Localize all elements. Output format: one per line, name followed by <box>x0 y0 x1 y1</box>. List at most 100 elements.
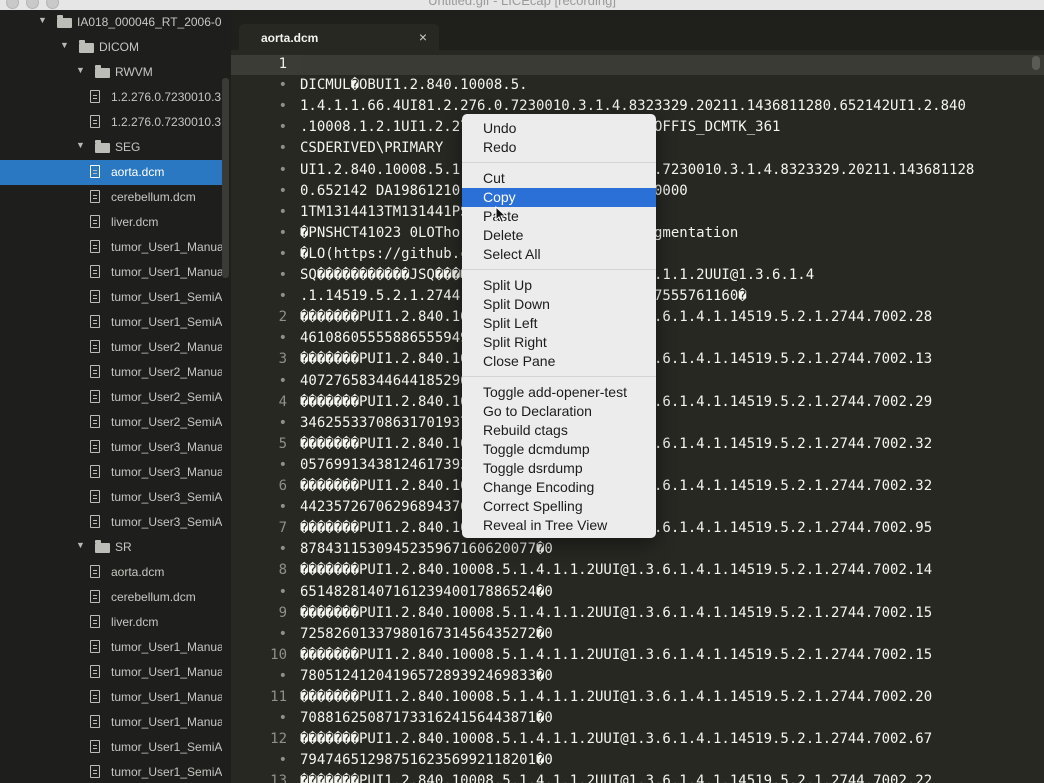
file-icon <box>90 665 100 678</box>
wrap-indicator: • <box>278 245 287 262</box>
line-number: 7 <box>278 520 287 537</box>
tree-item-tumor-user1-semia[interactable]: tumor_User1_SemiA <box>0 310 222 335</box>
menu-item-select-all[interactable]: Select All <box>462 245 656 264</box>
tree-item-cerebellum-dcm[interactable]: cerebellum.dcm <box>0 185 222 210</box>
menu-item-delete[interactable]: Delete <box>462 226 656 245</box>
code-line[interactable]: DICMUL�OBUI1.2.840.10008.5. <box>300 77 528 93</box>
menu-item-copy[interactable]: Copy <box>462 188 656 207</box>
tree-item-tumor-user1-manual[interactable]: tumor_User1_Manual <box>0 260 222 285</box>
tree-item-tumor-user1-semia[interactable]: tumor_User1_SemiA <box>0 760 222 783</box>
tree-item-dicom[interactable]: ▼ DICOM <box>0 35 222 60</box>
tree-view: ▼ IA018_000046_RT_2006-02- ▼ DICOM ▼ RWVM 1.2.… <box>0 10 231 783</box>
chevron-down-icon[interactable]: ▼ <box>60 40 69 50</box>
code-line[interactable]: 7805124120419657289392469833�0 <box>300 668 553 684</box>
file-icon <box>90 290 100 303</box>
mouse-pointer-icon <box>495 206 507 224</box>
tree-item-liver-dcm[interactable]: liver.dcm <box>0 210 222 235</box>
code-line[interactable]: �������PUI1.2.840.10008.5.1.4.1.1.2UUI@1… <box>300 562 932 578</box>
tree-item-tumor-user1-manual[interactable]: tumor_User1_Manual <box>0 710 222 735</box>
wrap-indicator: • <box>278 161 287 178</box>
menu-item-toggle-dcmdump[interactable]: Toggle dcmdump <box>462 440 656 459</box>
tree-item-sr[interactable]: ▼ SR <box>0 535 222 560</box>
menu-item-split-left[interactable]: Split Left <box>462 314 656 333</box>
code-line[interactable]: �������PUI1.2.840.10008.5.1.4.1.1.2UUI@1… <box>300 689 932 705</box>
line-number: 13 <box>270 773 287 783</box>
tree-item-tumor-user1-manual[interactable]: tumor_User1_Manual <box>0 685 222 710</box>
tree-item-label: tumor_User1_SemiA <box>111 765 222 779</box>
chevron-down-icon[interactable]: ▼ <box>76 140 85 150</box>
code-line[interactable]: �������PUI1.2.840.10008.5.1.4.1.1.2UUI@1… <box>300 731 932 747</box>
menu-item-cut[interactable]: Cut <box>462 169 656 188</box>
tree-item-tumor-user2-semia[interactable]: tumor_User2_SemiA <box>0 385 222 410</box>
menu-item-toggle-dsrdump[interactable]: Toggle dsrdump <box>462 459 656 478</box>
menu-item-undo[interactable]: Undo <box>462 119 656 138</box>
menu-item-split-right[interactable]: Split Right <box>462 333 656 352</box>
wrap-indicator: • <box>278 710 287 727</box>
chevron-down-icon[interactable]: ▼ <box>38 15 47 25</box>
tree-item-tumor-user2-manual[interactable]: tumor_User2_Manual <box>0 360 222 385</box>
tree-item-1-2-276-0-7230010-3-1-4[interactable]: 1.2.276.0.7230010.3.1.4. <box>0 110 222 135</box>
tree-item-liver-dcm[interactable]: liver.dcm <box>0 610 222 635</box>
chevron-down-icon[interactable]: ▼ <box>76 65 85 75</box>
tree-item-aorta-dcm[interactable]: aorta.dcm <box>0 560 222 585</box>
tree-item-cerebellum-dcm[interactable]: cerebellum.dcm <box>0 585 222 610</box>
menu-item-split-down[interactable]: Split Down <box>462 295 656 314</box>
menu-item-correct-spelling[interactable]: Correct Spelling <box>462 497 656 516</box>
tree-item-tumor-user2-manual[interactable]: tumor_User2_Manual <box>0 335 222 360</box>
tree-item-tumor-user1-semia[interactable]: tumor_User1_SemiA <box>0 735 222 760</box>
tree-item-seg[interactable]: ▼ SEG <box>0 135 222 160</box>
file-icon <box>90 340 100 353</box>
menu-separator <box>462 376 656 377</box>
menu-item-reveal-in-tree-view[interactable]: Reveal in Tree View <box>462 516 656 535</box>
menu-separator <box>462 269 656 270</box>
file-icon <box>90 640 100 653</box>
menu-item-paste[interactable]: Paste <box>462 207 656 226</box>
code-line[interactable]: 1.4.1.1.66.4UI81.2.276.0.7230010.3.1.4.8… <box>300 98 966 114</box>
tree-item-rwvm[interactable]: ▼ RWVM <box>0 60 222 85</box>
tree-item-tumor-user3-semia[interactable]: tumor_User3_SemiA <box>0 510 222 535</box>
code-line[interactable]: �������PUI1.2.840.10008.5.1.4.1.1.2UUI@1… <box>300 647 932 663</box>
menu-item-redo[interactable]: Redo <box>462 138 656 157</box>
code-line[interactable]: 6514828140716123940017886524�0 <box>300 584 553 600</box>
code-line[interactable]: CSDERIVED\PRIMARY <box>300 140 443 156</box>
tree-item-ia018-000046-rt-2006-02[interactable]: ▼ IA018_000046_RT_2006-02- <box>0 10 222 35</box>
code-line[interactable]: 8784311530945235967160620077�0 <box>300 541 553 557</box>
tree-item-label: RWVM <box>115 65 153 79</box>
tree-item-tumor-user1-semia[interactable]: tumor_User1_SemiA <box>0 285 222 310</box>
tab-aorta-dcm[interactable]: aorta.dcm × <box>239 24 439 50</box>
tree-view-scrollbar[interactable] <box>222 78 229 278</box>
wrap-indicator: • <box>278 456 287 473</box>
tree-item-tumor-user1-manual[interactable]: tumor_User1_Manual <box>0 660 222 685</box>
tree-item-label: tumor_User2_SemiA <box>111 390 222 404</box>
tree-item-tumor-user1-manual[interactable]: tumor_User1_Manual <box>0 235 222 260</box>
wrap-indicator: • <box>278 625 287 642</box>
menu-item-go-to-declaration[interactable]: Go to Declaration <box>462 402 656 421</box>
close-tab-icon[interactable]: × <box>419 29 427 45</box>
chevron-down-icon[interactable]: ▼ <box>76 540 85 550</box>
tree-item-tumor-user3-manual[interactable]: tumor_User3_Manual <box>0 460 222 485</box>
menu-item-close-pane[interactable]: Close Pane <box>462 352 656 371</box>
tree-item-label: tumor_User1_SemiA <box>111 315 222 329</box>
menu-item-split-up[interactable]: Split Up <box>462 276 656 295</box>
code-line[interactable]: 7947465129875162356992118201�0 <box>300 752 553 768</box>
tree-item-tumor-user3-semia[interactable]: tumor_User3_SemiA <box>0 485 222 510</box>
wrap-indicator: • <box>278 77 287 94</box>
tree-item-tumor-user2-semia[interactable]: tumor_User2_SemiA <box>0 410 222 435</box>
menu-item-change-encoding[interactable]: Change Encoding <box>462 478 656 497</box>
window-title-bar: Untitled.gif - LICEcap [recording] <box>0 0 1044 10</box>
tree-item-tumor-user1-manual[interactable]: tumor_User1_Manual <box>0 635 222 660</box>
tree-item-1-2-276-0-7230010-3-1-4[interactable]: 1.2.276.0.7230010.3.1.4. <box>0 85 222 110</box>
folder-icon <box>95 140 110 153</box>
menu-item-toggle-add-opener-test[interactable]: Toggle add-opener-test <box>462 383 656 402</box>
tree-item-aorta-dcm[interactable]: aorta.dcm <box>0 160 222 185</box>
code-line[interactable]: 7258260133798016731456435272�0 <box>300 626 553 642</box>
code-line[interactable]: �������PUI1.2.840.10008.5.1.4.1.1.2UUI@1… <box>300 605 932 621</box>
menu-item-rebuild-ctags[interactable]: Rebuild ctags <box>462 421 656 440</box>
code-line[interactable]: 7088162508717331624156443871�0 <box>300 710 553 726</box>
editor-scrollbar[interactable] <box>1032 56 1040 70</box>
code-line[interactable]: �������PUI1.2.840.10008.5.1.4.1.1.2UUI@1… <box>300 773 932 783</box>
tree-item-tumor-user3-manual[interactable]: tumor_User3_Manual <box>0 435 222 460</box>
folder-icon <box>79 40 94 53</box>
wrap-indicator: • <box>278 182 287 199</box>
tree-item-label: SR <box>115 540 132 554</box>
